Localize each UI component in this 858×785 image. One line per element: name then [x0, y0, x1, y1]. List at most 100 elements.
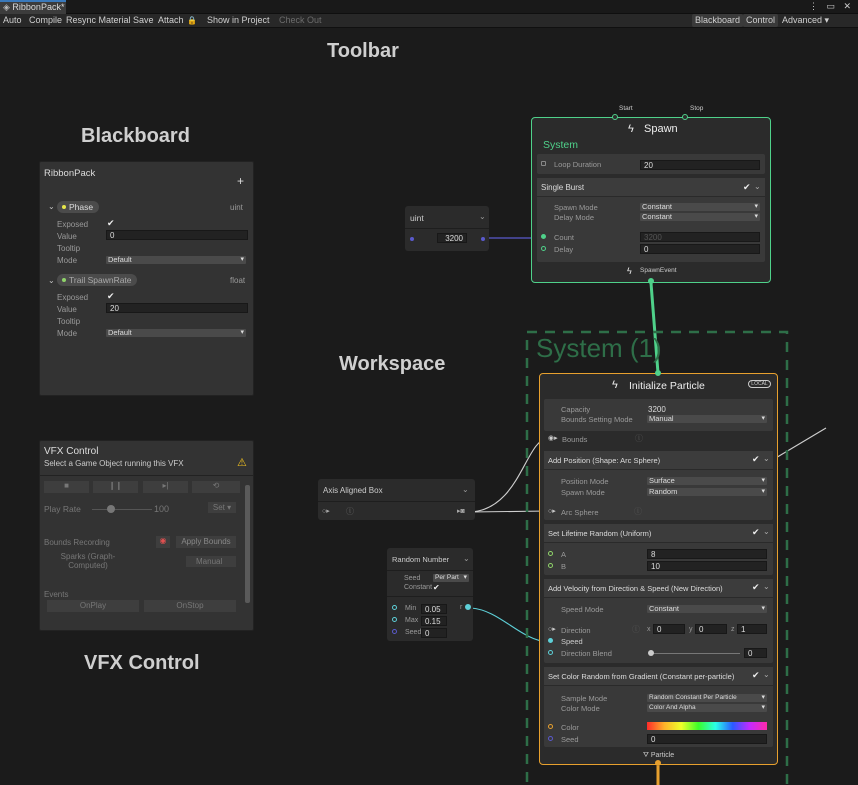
- spawn-context[interactable]: Start Stop ϟ Spawn System Loop Duration …: [531, 105, 771, 284]
- direction-blend-port[interactable]: [548, 650, 553, 655]
- constant-checkbox[interactable]: ✔: [433, 583, 440, 592]
- add-property-button[interactable]: +: [237, 174, 244, 188]
- a-field[interactable]: 8: [647, 549, 767, 559]
- chevron-down-icon[interactable]: ⌄: [48, 276, 55, 285]
- output-port[interactable]: [481, 237, 485, 241]
- set-color-block[interactable]: Set Color Random from Gradient (Constant…: [544, 667, 773, 747]
- direction-z-field[interactable]: 1: [737, 624, 767, 634]
- direction-blend-slider[interactable]: [650, 653, 740, 654]
- spawn-mode-dropdown[interactable]: Random: [647, 488, 767, 496]
- position-mode-dropdown[interactable]: Surface: [647, 477, 767, 485]
- init-input-port[interactable]: [655, 370, 661, 376]
- spawn-mode-dropdown[interactable]: Constant: [640, 203, 760, 211]
- output-port[interactable]: ▸◙: [457, 507, 465, 515]
- axis-aligned-box-node[interactable]: Axis Aligned Box ⌄ ○▸ ⓛ ▸◙: [318, 479, 475, 520]
- slider-thumb[interactable]: [648, 650, 654, 656]
- delay-port[interactable]: [541, 246, 546, 251]
- uint-value-field[interactable]: 3200: [437, 233, 467, 243]
- init-output-port[interactable]: [655, 760, 661, 766]
- set-play-rate-dropdown[interactable]: Set ▾: [208, 502, 236, 513]
- input-port[interactable]: ○▸: [322, 507, 330, 515]
- direction-x-field[interactable]: 0: [653, 624, 685, 634]
- play-rate-slider[interactable]: [92, 509, 152, 510]
- slider-thumb[interactable]: [107, 505, 115, 513]
- spawn-output-port[interactable]: [648, 278, 654, 284]
- chevron-down-icon[interactable]: ⌄: [763, 670, 770, 679]
- input-port[interactable]: [410, 237, 414, 241]
- local-space-badge[interactable]: LOCAL: [748, 380, 771, 388]
- add-position-block[interactable]: Add Position (Shape: Arc Sphere) ✔ ⌄ Pos…: [544, 451, 773, 520]
- speed-mode-dropdown[interactable]: Constant: [647, 605, 767, 613]
- space-local-icon[interactable]: ⓛ: [346, 506, 354, 517]
- block-enabled-checkbox[interactable]: ✔: [752, 454, 760, 465]
- max-field[interactable]: 0.15: [421, 616, 447, 626]
- a-port[interactable]: [548, 551, 553, 556]
- chevron-down-icon[interactable]: ⌄: [754, 182, 761, 191]
- mode-dropdown[interactable]: Default: [106, 329, 246, 337]
- onplay-event-button[interactable]: OnPlay: [47, 600, 139, 612]
- delay-field[interactable]: 0: [640, 244, 760, 254]
- count-port[interactable]: [541, 234, 546, 239]
- chevron-down-icon[interactable]: ⌄: [463, 554, 470, 563]
- input-port[interactable]: [541, 161, 546, 166]
- stop-button[interactable]: ■: [44, 481, 89, 493]
- count-field[interactable]: 3200: [640, 232, 760, 242]
- b-field[interactable]: 10: [647, 561, 767, 571]
- play-rate-value[interactable]: 100: [154, 504, 169, 514]
- min-port[interactable]: [392, 605, 397, 610]
- restart-button[interactable]: ⟲: [192, 481, 240, 493]
- space-local-icon[interactable]: ⓛ: [632, 624, 640, 635]
- capacity-value[interactable]: 3200: [648, 405, 666, 414]
- random-number-node[interactable]: Random Number ⌄ Seed Per Part Constant ✔…: [387, 548, 473, 641]
- vertical-scrollbar[interactable]: [245, 485, 250, 603]
- apply-bounds-button[interactable]: Apply Bounds: [176, 536, 236, 548]
- step-button[interactable]: ▸|: [143, 481, 188, 493]
- start-port[interactable]: [612, 114, 618, 120]
- space-local-icon[interactable]: ⓛ: [634, 506, 642, 517]
- block-enabled-checkbox[interactable]: ✔: [752, 582, 760, 593]
- r-output-port[interactable]: [465, 604, 471, 610]
- seed-port[interactable]: [548, 736, 553, 741]
- initialize-particle-context[interactable]: ϟ Initialize Particle LOCAL Capacity 320…: [539, 370, 778, 766]
- direction-y-field[interactable]: 0: [695, 624, 727, 634]
- chevron-down-icon[interactable]: ⌄: [462, 485, 469, 494]
- block-enabled-checkbox[interactable]: ✔: [743, 182, 751, 193]
- seed-field[interactable]: 0: [421, 628, 447, 638]
- delay-mode-dropdown[interactable]: Constant: [640, 213, 760, 221]
- arc-sphere-port[interactable]: ○▸: [548, 507, 556, 515]
- chevron-down-icon[interactable]: ⌄: [479, 212, 486, 221]
- color-mode-dropdown[interactable]: Color And Alpha: [647, 704, 767, 712]
- loop-duration-field[interactable]: 20: [640, 160, 760, 170]
- color-port[interactable]: [548, 724, 553, 729]
- onstop-event-button[interactable]: OnStop: [144, 600, 236, 612]
- direction-port[interactable]: ○▸: [548, 625, 556, 633]
- property-pill-phase[interactable]: Phase: [57, 201, 99, 213]
- exposed-checkbox[interactable]: ✔: [107, 291, 115, 302]
- bounds-mode-dropdown[interactable]: Manual: [647, 415, 767, 423]
- uint-node[interactable]: uint ⌄ 3200: [405, 206, 489, 251]
- property-pill-trail-spawnrate[interactable]: Trail SpawnRate: [57, 274, 137, 286]
- mode-dropdown[interactable]: Default: [106, 256, 246, 264]
- speed-port[interactable]: [548, 638, 553, 643]
- record-bounds-icon[interactable]: ◉: [156, 536, 170, 548]
- block-enabled-checkbox[interactable]: ✔: [752, 527, 760, 538]
- single-burst-block[interactable]: Single Burst ✔ ⌄ Spawn Mode Constant Del…: [537, 178, 765, 262]
- sample-mode-dropdown[interactable]: Random Constant Per Particle: [647, 694, 767, 702]
- min-field[interactable]: 0.05: [421, 604, 447, 614]
- pause-button[interactable]: ❙❙: [93, 481, 138, 493]
- bounds-port[interactable]: ◉▸: [548, 434, 558, 442]
- value-field[interactable]: 20: [106, 303, 248, 313]
- stop-port[interactable]: [682, 114, 688, 120]
- chevron-down-icon[interactable]: ⌄: [763, 582, 770, 591]
- b-port[interactable]: [548, 563, 553, 568]
- space-local-icon[interactable]: ⓛ: [635, 433, 643, 444]
- chevron-down-icon[interactable]: ⌄: [763, 527, 770, 536]
- chevron-down-icon[interactable]: ⌄: [48, 202, 55, 211]
- seed-port[interactable]: [392, 629, 397, 634]
- exposed-checkbox[interactable]: ✔: [107, 218, 115, 229]
- add-velocity-block[interactable]: Add Velocity from Direction & Speed (New…: [544, 579, 773, 663]
- sparks-bounds-mode-dropdown[interactable]: Manual: [186, 556, 236, 567]
- block-enabled-checkbox[interactable]: ✔: [752, 670, 760, 681]
- set-lifetime-block[interactable]: Set Lifetime Random (Uniform) ✔ ⌄ A 8 B …: [544, 524, 773, 575]
- value-field[interactable]: 0: [106, 230, 248, 240]
